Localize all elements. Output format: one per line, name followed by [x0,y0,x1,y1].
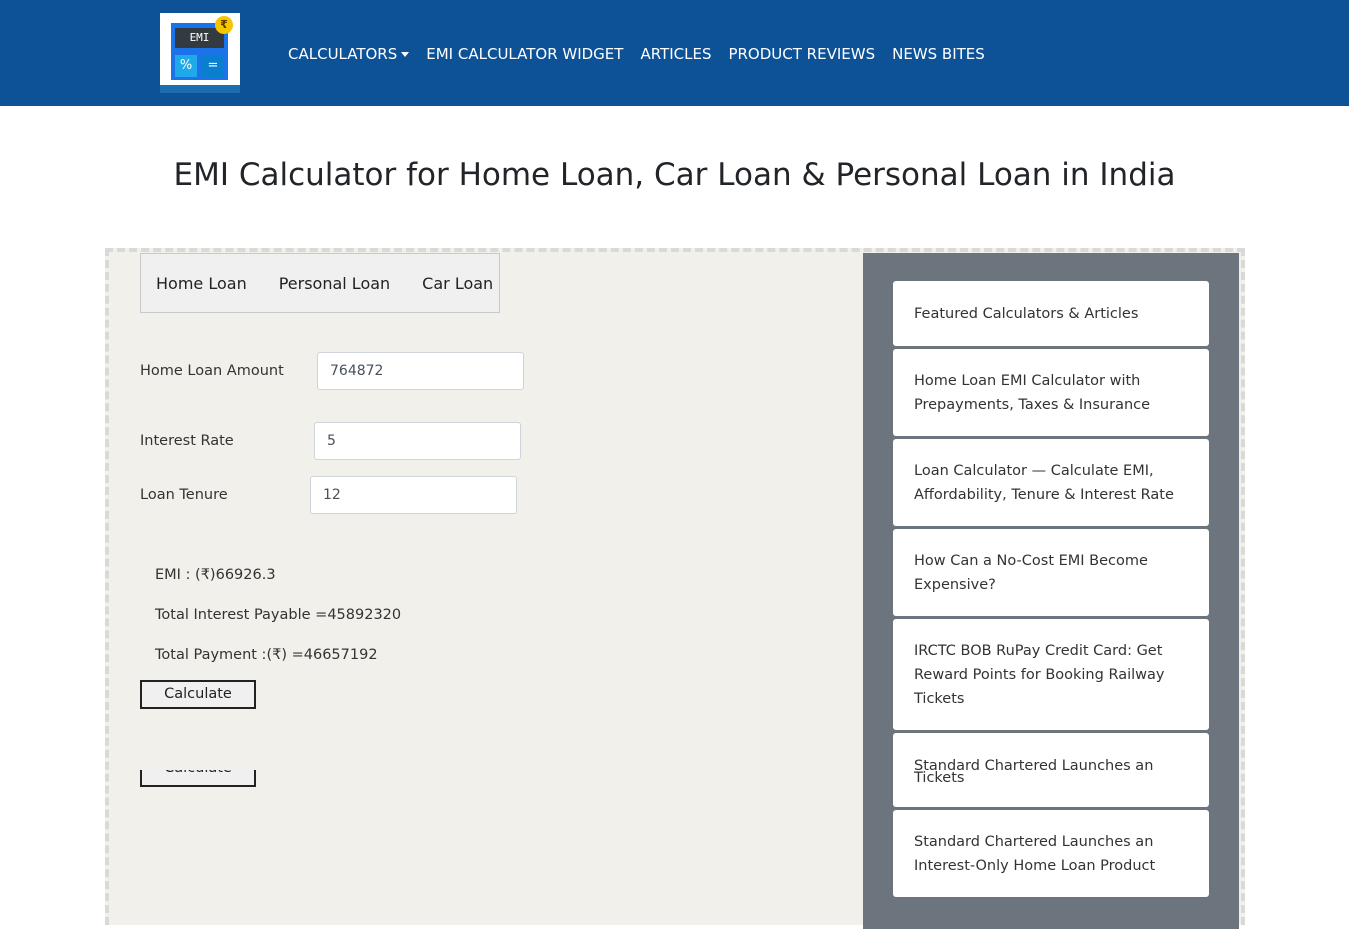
sidebar-card-label: Loan Calculator — Calculate EMI, Afforda… [914,462,1174,503]
sidebar-card-label: How Can a No-Cost EMI Become Expensive? [914,552,1148,593]
total-interest-result: Total Interest Payable =45892320 [155,607,402,623]
sidebar-card-label: Standard Chartered Launches an [914,758,1154,774]
loan-tenure-label: Loan Tenure [140,487,228,503]
interest-rate-input[interactable] [314,422,521,460]
calculate-button-ghost[interactable]: Calculate [140,770,256,787]
calculate-ghost-label: Calculate [142,770,254,781]
sidebar-card-home-loan-emi[interactable]: Home Loan EMI Calculator with Prepayment… [893,349,1209,436]
nav-calculators[interactable]: CALCULATORS [288,44,410,64]
sidebar: Featured Calculators & Articles Home Loa… [863,253,1239,929]
sidebar-card-featured[interactable]: Featured Calculators & Articles [893,281,1209,346]
calculator-container: Home Loan Personal Loan Car Loan Home Lo… [105,248,1245,929]
sidebar-card-loan-calculator[interactable]: Loan Calculator — Calculate EMI, Afforda… [893,439,1209,526]
navbar: EMI % = ₹ CALCULATORS EMI CALCULATOR WID… [0,0,1349,106]
equals-key-icon: = [202,55,224,77]
tab-car-loan[interactable]: Car Loan [422,274,493,293]
rupee-coin-icon: ₹ [215,16,233,34]
loan-type-tabs: Home Loan Personal Loan Car Loan [140,253,500,313]
sidebar-card-no-cost-emi[interactable]: How Can a No-Cost EMI Become Expensive? [893,529,1209,616]
loan-amount-input[interactable] [317,352,524,390]
sidebar-card-label: Home Loan EMI Calculator with Prepayment… [914,372,1151,413]
total-payment-result: Total Payment :(₹) =46657192 [155,647,378,663]
tab-home-loan[interactable]: Home Loan [156,274,247,293]
percent-key-icon: % [175,55,197,77]
interest-rate-label: Interest Rate [140,433,234,449]
caret-down-icon [401,52,410,57]
sidebar-card-label: IRCTC BOB RuPay Credit Card: Get Reward … [914,642,1165,707]
sidebar-card-standard-chartered-ghost[interactable]: Tickets Standard Chartered Launches an [893,733,1209,807]
nav-news-bites[interactable]: NEWS BITES [892,44,985,64]
emi-logo[interactable]: EMI % = ₹ [160,13,240,93]
loan-amount-label: Home Loan Amount [140,363,284,379]
nav-product-reviews[interactable]: PRODUCT REVIEWS [728,44,875,64]
calculate-button[interactable]: Calculate [140,680,256,709]
tab-personal-loan[interactable]: Personal Loan [279,274,390,293]
main-nav: CALCULATORS EMI CALCULATOR WIDGET ARTICL… [288,44,1002,64]
loan-tenure-input[interactable] [310,476,517,514]
sidebar-card-label: Featured Calculators & Articles [914,305,1139,322]
page-title: EMI Calculator for Home Loan, Car Loan &… [173,157,1176,193]
nav-articles[interactable]: ARTICLES [640,44,711,64]
nav-calculators-label: CALCULATORS [288,45,398,63]
sidebar-card-standard-chartered[interactable]: Standard Chartered Launches an Interest-… [893,810,1209,897]
emi-result: EMI : (₹)66926.3 [155,567,276,583]
logo-base [160,85,240,93]
sidebar-card-irctc-bob[interactable]: IRCTC BOB RuPay Credit Card: Get Reward … [893,619,1209,730]
nav-emi-widget[interactable]: EMI CALCULATOR WIDGET [426,44,623,64]
sidebar-card-label: Standard Chartered Launches an Interest-… [914,833,1156,874]
